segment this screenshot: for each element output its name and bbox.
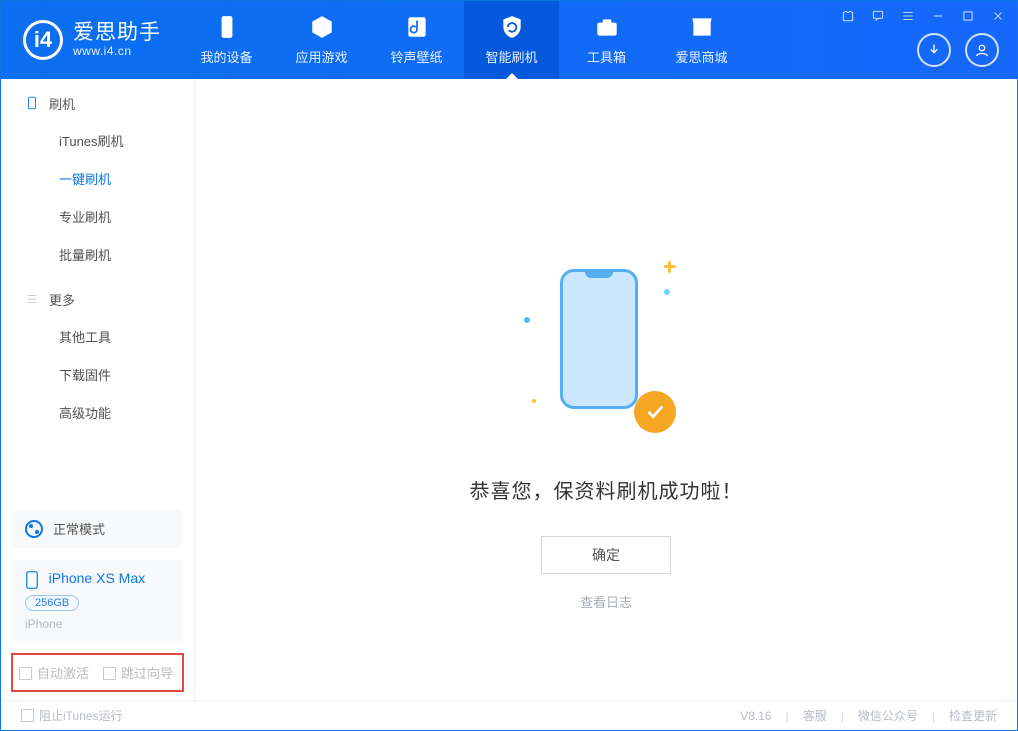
toolbox-icon <box>594 14 620 40</box>
tab-label: 工具箱 <box>587 47 626 66</box>
section-label: 刷机 <box>49 94 75 113</box>
activation-options-highlight: 自动激活 跳过向导 <box>11 653 184 692</box>
cube-icon <box>309 14 335 40</box>
checkbox-auto-activate[interactable]: 自动激活 <box>19 663 89 682</box>
logo-icon: i4 <box>23 20 63 60</box>
feedback-icon[interactable] <box>869 7 887 25</box>
app-subtitle: www.i4.cn <box>73 45 161 59</box>
body: 刷机 iTunes刷机 一键刷机 专业刷机 批量刷机 更多 其他工具 下载固件 … <box>1 79 1017 700</box>
tab-label: 智能刷机 <box>485 47 537 66</box>
mode-card[interactable]: 正常模式 <box>13 509 182 548</box>
store-icon <box>689 14 715 40</box>
ok-button[interactable]: 确定 <box>541 536 671 574</box>
tab-store[interactable]: 爱思商城 <box>654 1 749 79</box>
tab-label: 我的设备 <box>200 47 252 66</box>
sidebar-item-itunes-flash[interactable]: iTunes刷机 <box>1 123 194 161</box>
device-storage: 256GB <box>25 595 79 611</box>
checkbox-label: 跳过向导 <box>121 666 173 681</box>
sidebar-item-batch-flash[interactable]: 批量刷机 <box>1 237 194 275</box>
wechat-link[interactable]: 微信公众号 <box>858 707 918 724</box>
dot-decor <box>524 317 530 323</box>
status-bar: 阻止iTunes运行 V8.16 | 客服 | 微信公众号 | 检查更新 <box>1 700 1017 730</box>
sparkle-icon <box>664 261 672 269</box>
version-label: V8.16 <box>740 709 771 723</box>
mode-icon <box>25 520 43 538</box>
app-window: i4 爱思助手 www.i4.cn 我的设备 应用游戏 铃声壁纸 智能刷机 <box>0 0 1018 731</box>
device-icon <box>214 14 240 40</box>
list-icon <box>25 292 39 306</box>
check-update-link[interactable]: 检查更新 <box>949 707 997 724</box>
music-icon <box>404 14 430 40</box>
nav-tabs: 我的设备 应用游戏 铃声壁纸 智能刷机 工具箱 爱思商城 <box>179 1 749 79</box>
checkbox-label: 阻止iTunes运行 <box>39 709 123 723</box>
window-controls <box>839 7 1007 25</box>
tab-toolbox[interactable]: 工具箱 <box>559 1 654 79</box>
header: i4 爱思助手 www.i4.cn 我的设备 应用游戏 铃声壁纸 智能刷机 <box>1 1 1017 79</box>
sidebar: 刷机 iTunes刷机 一键刷机 专业刷机 批量刷机 更多 其他工具 下载固件 … <box>1 79 195 700</box>
sidebar-item-download-firmware[interactable]: 下载固件 <box>1 357 194 395</box>
dot-decor <box>664 289 670 295</box>
sidebar-section-more: 更多 <box>1 279 194 319</box>
tab-apps-games[interactable]: 应用游戏 <box>274 1 369 79</box>
tab-smart-flash[interactable]: 智能刷机 <box>464 1 559 79</box>
sidebar-item-other-tools[interactable]: 其他工具 <box>1 319 194 357</box>
tab-label: 应用游戏 <box>295 47 347 66</box>
maximize-icon[interactable] <box>959 7 977 25</box>
phone-icon <box>25 571 39 589</box>
header-action-area <box>917 33 999 67</box>
mode-label: 正常模式 <box>53 519 105 538</box>
sidebar-item-pro-flash[interactable]: 专业刷机 <box>1 199 194 237</box>
success-illustration <box>546 269 666 429</box>
skin-icon[interactable] <box>839 7 857 25</box>
user-button[interactable] <box>965 33 999 67</box>
logo: i4 爱思助手 www.i4.cn <box>1 1 179 79</box>
tab-label: 爱思商城 <box>675 47 727 66</box>
tab-my-device[interactable]: 我的设备 <box>179 1 274 79</box>
dot-decor <box>532 399 536 403</box>
sidebar-item-oneclick-flash[interactable]: 一键刷机 <box>1 161 194 199</box>
close-icon[interactable] <box>989 7 1007 25</box>
checkbox-skip-guide[interactable]: 跳过向导 <box>103 663 173 682</box>
download-button[interactable] <box>917 33 951 67</box>
sidebar-item-advanced[interactable]: 高级功能 <box>1 395 194 433</box>
shield-refresh-icon <box>499 14 525 40</box>
customer-service-link[interactable]: 客服 <box>803 707 827 724</box>
checkbox-block-itunes[interactable]: 阻止iTunes运行 <box>21 707 123 724</box>
success-message: 恭喜您，保资料刷机成功啦！ <box>470 475 743 504</box>
sidebar-section-flash: 刷机 <box>1 83 194 123</box>
section-label: 更多 <box>49 290 75 309</box>
checkbox-label: 自动激活 <box>37 666 89 681</box>
device-card[interactable]: iPhone XS Max 256GB iPhone <box>13 560 182 641</box>
main-pane: 恭喜您，保资料刷机成功啦！ 确定 查看日志 <box>195 79 1017 700</box>
minimize-icon[interactable] <box>929 7 947 25</box>
checkmark-badge-icon <box>634 391 676 433</box>
device-type: iPhone <box>25 617 170 631</box>
tab-ringtone-wallpaper[interactable]: 铃声壁纸 <box>369 1 464 79</box>
device-name: iPhone XS Max <box>49 570 146 586</box>
phone-graphic <box>560 269 638 409</box>
tab-label: 铃声壁纸 <box>390 47 442 66</box>
menu-icon[interactable] <box>899 7 917 25</box>
phone-outline-icon <box>25 96 39 110</box>
app-title: 爱思助手 <box>73 21 161 45</box>
view-log-link[interactable]: 查看日志 <box>580 592 632 611</box>
